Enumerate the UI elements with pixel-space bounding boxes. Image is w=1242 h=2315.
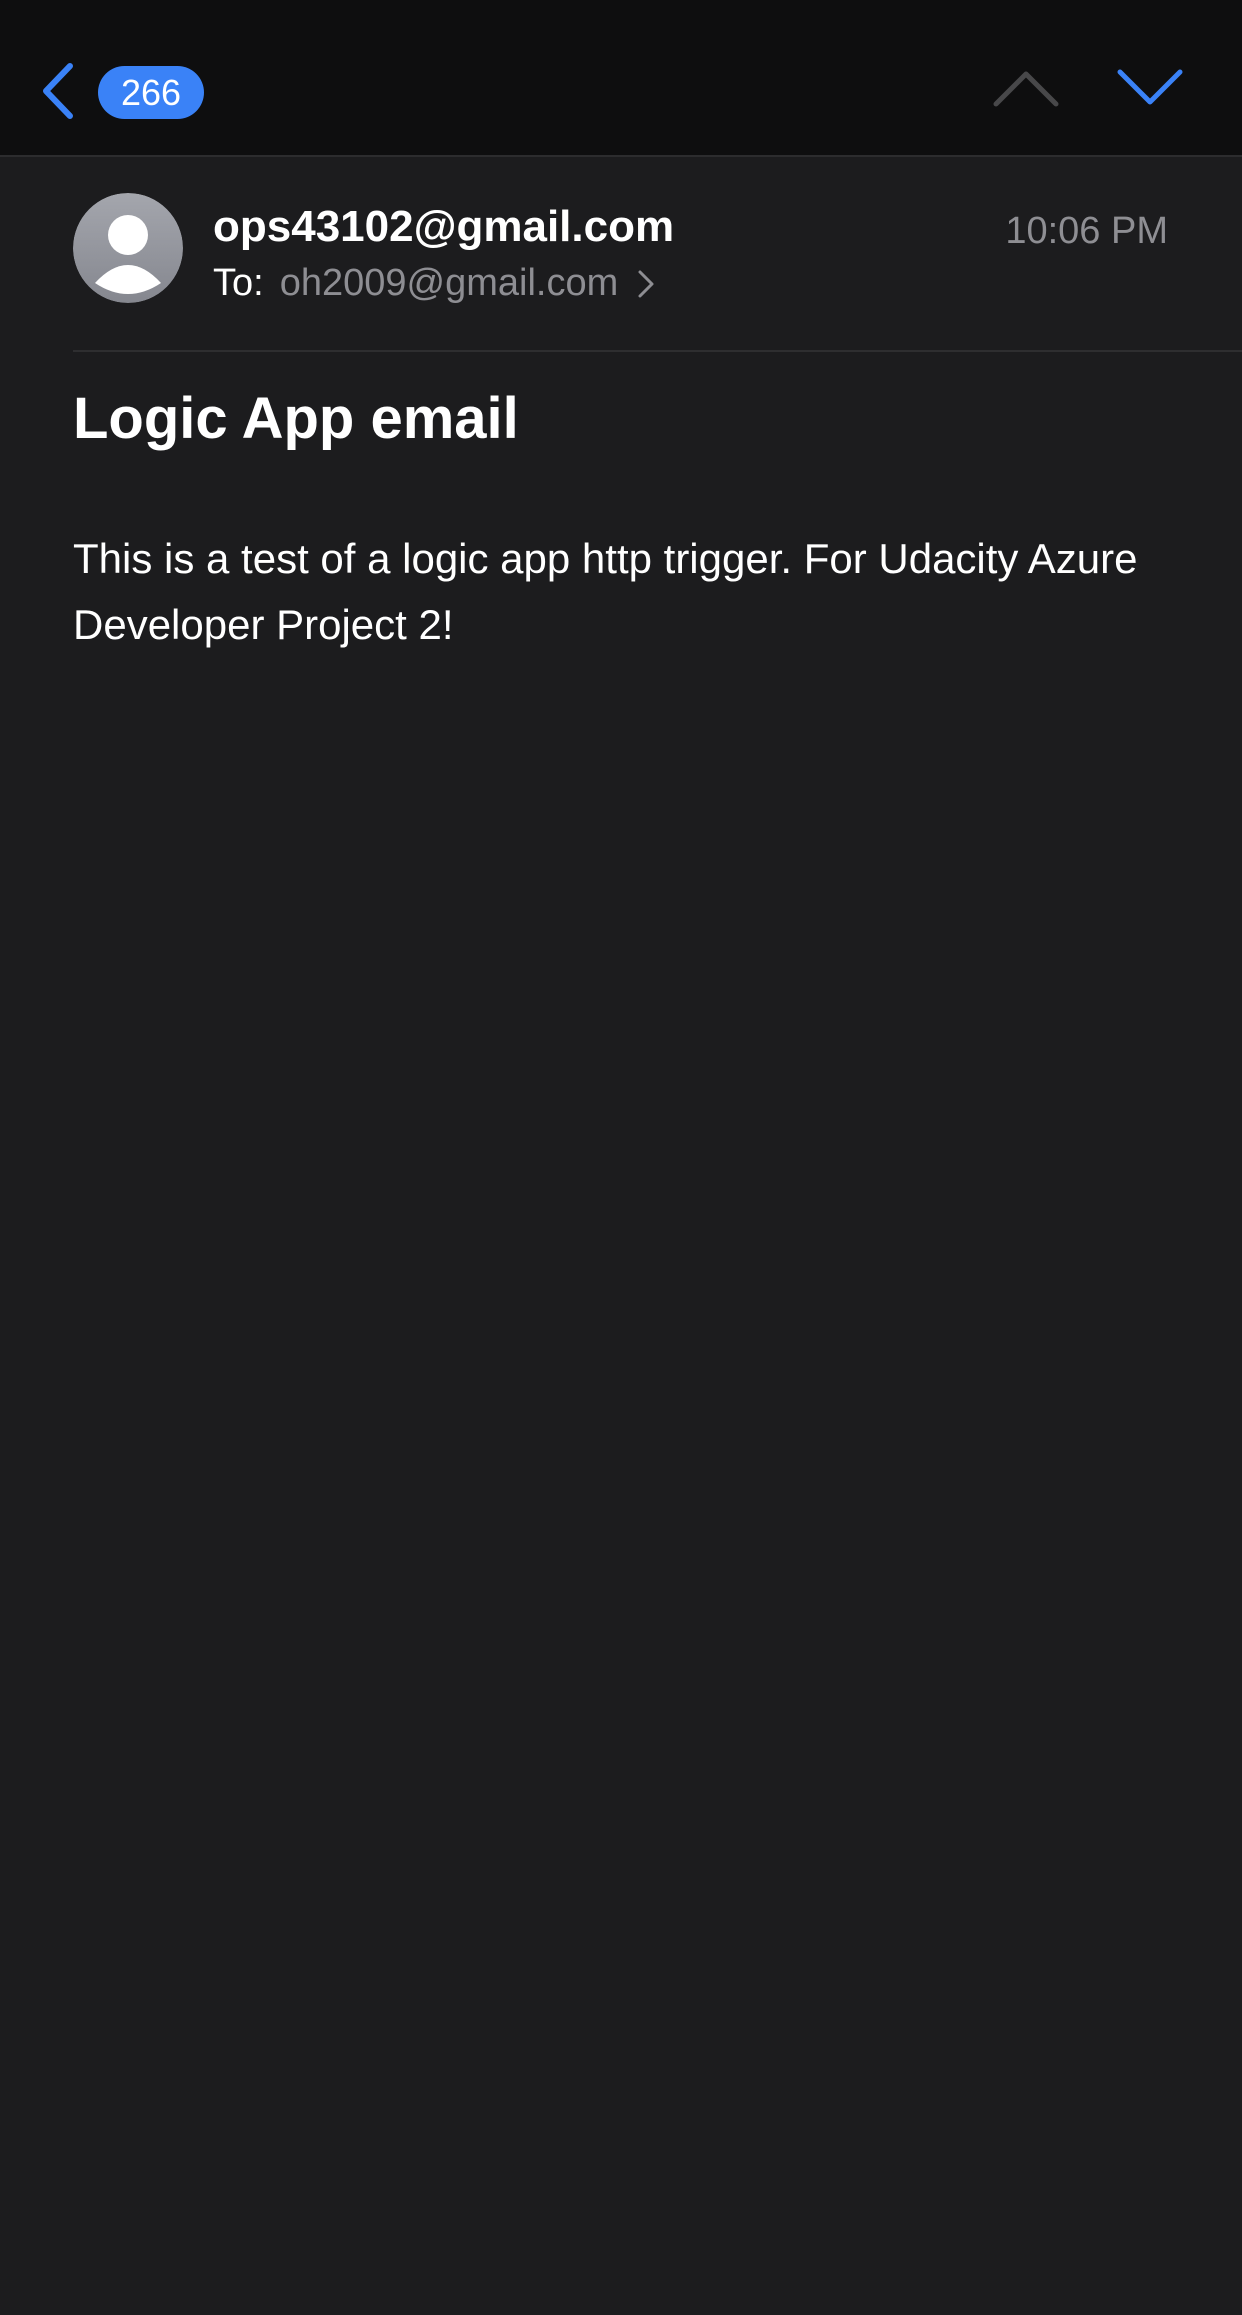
to-label: To: (213, 262, 264, 304)
recipient-details-row[interactable]: To: oh2009@gmail.com (213, 262, 656, 305)
message-body: This is a test of a logic app http trigg… (73, 535, 1138, 648)
next-message-button[interactable] (1114, 62, 1186, 112)
sender-address[interactable]: ops43102@gmail.com (213, 202, 674, 252)
person-icon (73, 193, 183, 303)
message-timestamp: 10:06 PM (1005, 210, 1168, 252)
navigation-bar: 266 (0, 0, 1242, 157)
unread-count-badge: 266 (98, 66, 204, 119)
chevron-left-icon (43, 63, 73, 119)
email-detail-screen: 266 ops43102@gmail.com 10:06 PM To: oh20… (0, 0, 1242, 2315)
header-divider (73, 350, 1242, 352)
recipient-address: oh2009@gmail.com (279, 262, 619, 304)
chevron-right-icon (638, 270, 654, 297)
sender-avatar[interactable] (73, 193, 183, 303)
back-button[interactable]: 266 (30, 56, 220, 126)
previous-message-button[interactable] (990, 62, 1062, 112)
message-subject: Logic App email (73, 386, 519, 451)
